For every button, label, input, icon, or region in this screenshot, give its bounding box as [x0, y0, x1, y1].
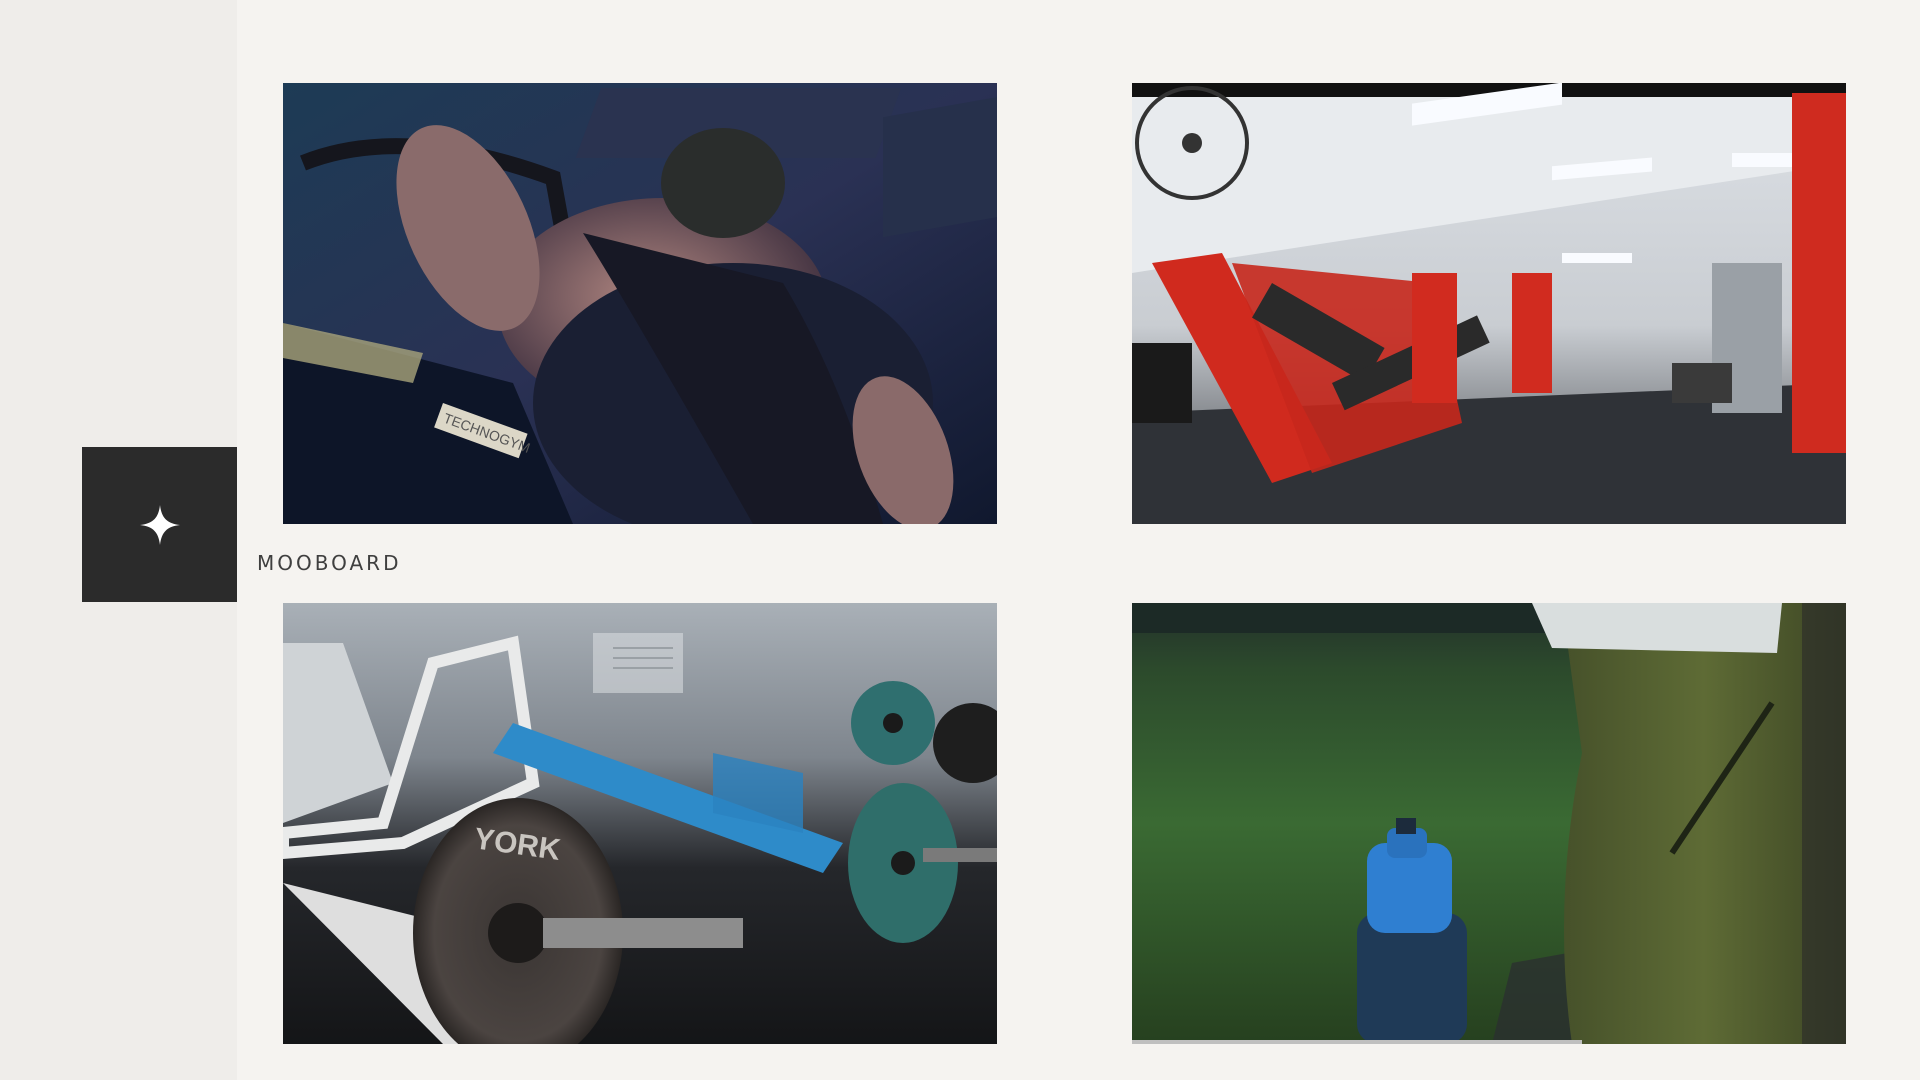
gym-back-pullup-photo[interactable]: TECHNOGYM [283, 83, 997, 524]
photo-illustration: YORK [283, 603, 997, 1044]
moodboard-page: MOOBOARD TECHNOGYM YORK [0, 0, 1920, 1080]
brand-name: MOOBOARD [257, 551, 402, 575]
photo-illustration: TECHNOGYM [283, 83, 997, 524]
barbell-plates-york-photo[interactable]: YORK [283, 603, 997, 1044]
brand-logo[interactable] [82, 447, 237, 602]
water-bottle-green-turf-photo[interactable] [1132, 603, 1846, 1044]
photo-illustration [1132, 83, 1846, 524]
gym-interior-red-machines-photo[interactable] [1132, 83, 1846, 524]
sparkle-icon [139, 504, 180, 545]
photo-illustration [1132, 603, 1846, 1044]
